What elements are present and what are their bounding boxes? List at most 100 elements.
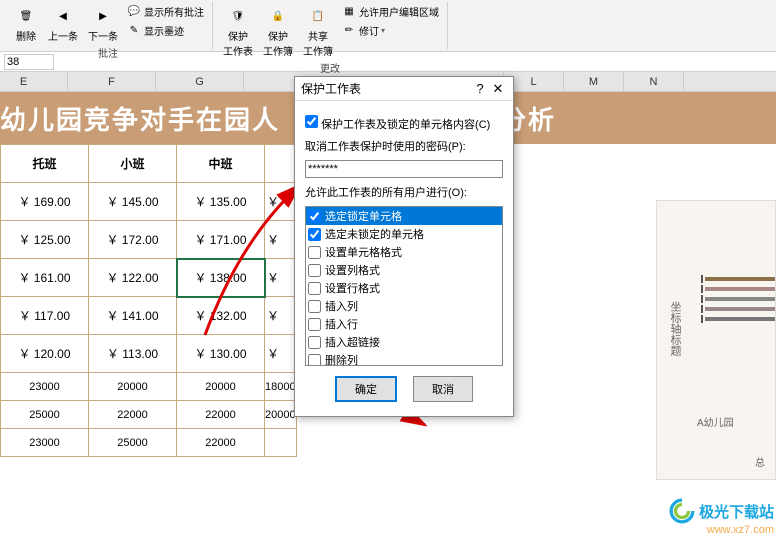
cell[interactable]: ￥ <box>265 259 297 297</box>
permission-item[interactable]: 插入行 <box>306 315 502 333</box>
ok-button[interactable]: 确定 <box>335 376 397 402</box>
swirl-icon <box>669 498 695 524</box>
permission-checkbox[interactable] <box>308 282 321 295</box>
chart-bar <box>705 317 775 321</box>
cell[interactable]: ￥ 161.00 <box>1 259 89 297</box>
col-header[interactable]: G <box>156 72 244 91</box>
permission-checkbox[interactable] <box>308 300 321 313</box>
protect-checkbox-label: 保护工作表及锁定的单元格内容(C) <box>321 119 490 131</box>
chevron-down-icon: ▾ <box>381 26 385 35</box>
header-cell[interactable]: 小班 <box>89 145 177 183</box>
permission-item[interactable]: 设置列格式 <box>306 261 502 279</box>
protect-checkbox[interactable] <box>305 115 318 128</box>
cell[interactable]: ￥ 117.00 <box>1 297 89 335</box>
protect-workbook-button[interactable]: 🔒 保护 工作簿 <box>259 2 297 60</box>
watermark-name: 极光下载站 <box>699 501 774 522</box>
permission-checkbox[interactable] <box>308 210 321 223</box>
share-workbook-button[interactable]: 📋 共享 工作簿 <box>299 2 337 60</box>
cell[interactable]: 23000 <box>1 373 89 401</box>
permission-item[interactable]: 删除列 <box>306 351 502 366</box>
cell[interactable]: ￥ 172.00 <box>89 221 177 259</box>
cell[interactable]: ￥ 145.00 <box>89 183 177 221</box>
ribbon-group-comments: 🗑 删除 ◀ 上一条 ▶ 下一条 💬 显示所有批注 ✎ 显示墨迹 <box>4 2 213 49</box>
cell[interactable]: ￥ 120.00 <box>1 335 89 373</box>
permission-checkbox[interactable] <box>308 336 321 349</box>
cell[interactable]: 20000 <box>89 373 177 401</box>
permission-checkbox[interactable] <box>308 264 321 277</box>
header-cell[interactable]: 托班 <box>1 145 89 183</box>
cell[interactable]: ￥ 169.00 <box>1 183 89 221</box>
cell[interactable]: ￥ <box>265 297 297 335</box>
close-icon[interactable]: ✕ <box>489 81 507 97</box>
cell[interactable]: ￥ 171.00 <box>177 221 265 259</box>
delete-icon: 🗑 <box>14 4 38 28</box>
dialog-titlebar[interactable]: 保护工作表 ? ✕ <box>295 77 513 101</box>
cell[interactable]: ￥ 122.00 <box>89 259 177 297</box>
cell[interactable]: ￥ 135.00 <box>177 183 265 221</box>
chart-area[interactable]: 坐标轴标题 A幼儿园 总 <box>656 200 776 480</box>
cell[interactable]: ￥ <box>265 335 297 373</box>
cell[interactable]: 20000 <box>265 401 297 429</box>
allow-edit-ranges-button[interactable]: ▦ 允许用户编辑区域 <box>339 2 441 20</box>
help-icon[interactable]: ? <box>471 81 489 96</box>
protect-checkbox-row[interactable]: 保护工作表及锁定的单元格内容(C) <box>305 119 490 131</box>
cell[interactable]: 22000 <box>177 429 265 457</box>
prev-comment-button[interactable]: ◀ 上一条 <box>44 2 82 45</box>
cell[interactable]: 25000 <box>89 429 177 457</box>
header-cell[interactable] <box>265 145 297 183</box>
cell[interactable] <box>265 429 297 457</box>
password-input[interactable] <box>305 160 503 178</box>
cell[interactable]: ￥ <box>265 183 297 221</box>
col-header[interactable]: E <box>0 72 68 91</box>
header-cell[interactable]: 中班 <box>177 145 265 183</box>
col-header[interactable]: N <box>624 72 684 91</box>
permission-item[interactable]: 选定未锁定的单元格 <box>306 225 502 243</box>
next-icon: ▶ <box>91 4 115 28</box>
cell[interactable]: 22000 <box>89 401 177 429</box>
pencil-icon: ✏ <box>341 22 357 38</box>
protect-sheet-button[interactable]: 🛡 保护 工作表 <box>219 2 257 60</box>
track-changes-button[interactable]: ✏ 修订 ▾ <box>339 21 441 39</box>
permission-item[interactable]: 插入超链接 <box>306 333 502 351</box>
cell[interactable]: ￥ 130.00 <box>177 335 265 373</box>
cell[interactable]: ￥ 125.00 <box>1 221 89 259</box>
watermark-url: www.xz7.com <box>707 524 774 536</box>
col-header[interactable]: M <box>564 72 624 91</box>
next-comment-button[interactable]: ▶ 下一条 <box>84 2 122 45</box>
delete-label: 删除 <box>16 28 36 43</box>
cell[interactable]: 23000 <box>1 429 89 457</box>
permission-checkbox[interactable] <box>308 354 321 367</box>
permission-item[interactable]: 插入列 <box>306 297 502 315</box>
permission-item[interactable]: 选定锁定单元格 <box>306 207 502 225</box>
cell[interactable]: 20000 <box>177 373 265 401</box>
show-all-comments-label: 显示所有批注 <box>144 4 204 19</box>
lock-icon: 🔒 <box>266 4 290 28</box>
cell[interactable]: 18000 <box>265 373 297 401</box>
data-table: 托班 小班 中班 ￥ 169.00￥ 145.00￥ 135.00￥ ￥ 125… <box>0 144 297 457</box>
permission-checkbox[interactable] <box>308 246 321 259</box>
permission-label: 选定锁定单元格 <box>325 208 402 224</box>
show-ink-button[interactable]: ✎ 显示墨迹 <box>124 21 206 39</box>
name-box[interactable]: 38 <box>4 54 54 70</box>
permission-label: 插入行 <box>325 316 358 332</box>
permissions-list[interactable]: 选定锁定单元格选定未锁定的单元格设置单元格格式设置列格式设置行格式插入列插入行插… <box>305 206 503 366</box>
cell[interactable]: ￥ <box>265 221 297 259</box>
cell[interactable]: ￥ 141.00 <box>89 297 177 335</box>
permission-item[interactable]: 设置行格式 <box>306 279 502 297</box>
show-all-comments-button[interactable]: 💬 显示所有批注 <box>124 2 206 20</box>
cell[interactable]: 25000 <box>1 401 89 429</box>
permission-item[interactable]: 设置单元格格式 <box>306 243 502 261</box>
cell[interactable]: ￥ 113.00 <box>89 335 177 373</box>
ribbon: 🗑 删除 ◀ 上一条 ▶ 下一条 💬 显示所有批注 ✎ 显示墨迹 <box>0 0 776 52</box>
delete-button[interactable]: 🗑 删除 <box>10 2 42 45</box>
cancel-button[interactable]: 取消 <box>413 376 473 402</box>
cell[interactable]: ￥ 132.00 <box>177 297 265 335</box>
col-header[interactable]: F <box>68 72 156 91</box>
show-ink-label: 显示墨迹 <box>144 23 184 38</box>
permission-checkbox[interactable] <box>308 318 321 331</box>
selected-cell[interactable]: ￥ 138.00 <box>177 259 265 297</box>
cell[interactable]: 22000 <box>177 401 265 429</box>
protect-workbook-label: 保护 工作簿 <box>263 28 293 58</box>
share-icon: 📋 <box>306 4 330 28</box>
permission-checkbox[interactable] <box>308 228 321 241</box>
